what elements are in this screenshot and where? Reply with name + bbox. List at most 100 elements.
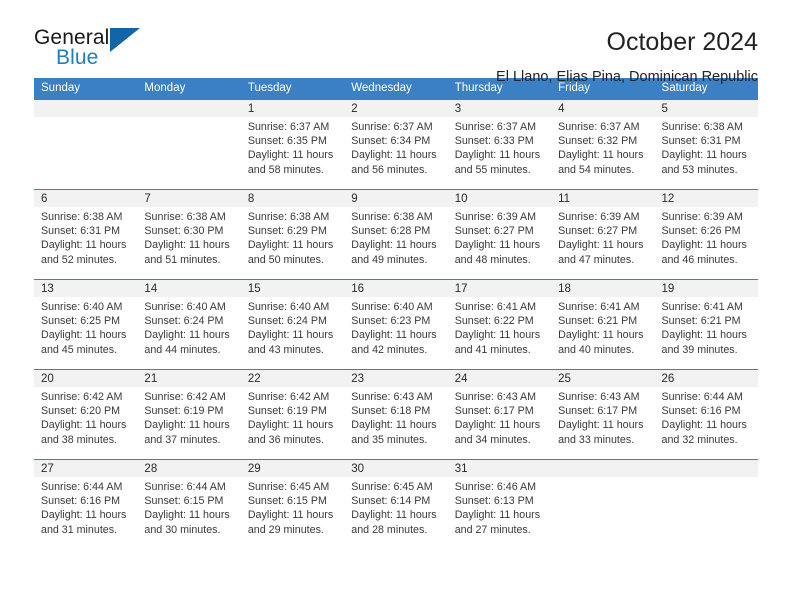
daylight-text-line1: Daylight: 11 hours — [351, 239, 437, 252]
calendar-day-cell[interactable]: 15 Sunrise: 6:40 AM Sunset: 6:24 PM Dayligh… — [240, 278, 345, 369]
calendar-day-cell[interactable]: 24 Sunrise: 6:43 AM Sunset: 6:17 PM Dayligh… — [447, 368, 552, 459]
sunrise-text: Sunrise: 6:39 AM — [558, 210, 640, 223]
day-details: Sunrise: 6:40 AM Sunset: 6:25 PM Daylight:… — [34, 297, 137, 358]
day-cell-inner: 14 Sunrise: 6:40 AM Sunset: 6:24 PM Dayligh… — [137, 279, 241, 369]
day-number — [137, 99, 241, 117]
calendar-day-cell[interactable]: 12 Sunrise: 6:39 AM Sunset: 6:26 PM Dayligh… — [654, 188, 758, 279]
calendar-day-cell[interactable]: 10 Sunrise: 6:39 AM Sunset: 6:27 PM Dayligh… — [447, 188, 552, 279]
daylight-text-line1: Daylight: 11 hours — [454, 419, 541, 432]
sunset-text: Sunset: 6:34 PM — [351, 134, 431, 147]
calendar-day-cell[interactable]: 25 Sunrise: 6:43 AM Sunset: 6:17 PM Dayligh… — [551, 368, 655, 459]
sunrise-text: Sunrise: 6:39 AM — [454, 210, 537, 223]
calendar-day-cell[interactable]: 28 Sunrise: 6:44 AM Sunset: 6:15 PM Dayligh… — [137, 458, 241, 549]
calendar-day-cell[interactable]: 27 Sunrise: 6:44 AM Sunset: 6:16 PM Dayligh… — [34, 458, 138, 549]
day-details: Sunrise: 6:38 AM Sunset: 6:29 PM Daylight:… — [241, 207, 344, 268]
day-cell-inner: 4 Sunrise: 6:37 AM Sunset: 6:32 PM Daylight… — [551, 99, 655, 189]
day-details: Sunrise: 6:42 AM Sunset: 6:19 PM Daylight:… — [137, 387, 240, 448]
day-number: 10 — [447, 189, 552, 207]
brand-logo[interactable]: General Blue — [34, 26, 154, 72]
calendar-day-cell[interactable]: 14 Sunrise: 6:40 AM Sunset: 6:24 PM Dayligh… — [137, 278, 241, 369]
daylight-text-line1: Daylight: 11 hours — [144, 329, 230, 342]
day-number: 21 — [137, 369, 241, 387]
day-cell-inner: 23 Sunrise: 6:43 AM Sunset: 6:18 PM Dayligh… — [344, 369, 448, 459]
day-number: 14 — [137, 279, 241, 297]
sunset-text: Sunset: 6:24 PM — [144, 314, 224, 327]
calendar-day-cell[interactable]: 21 Sunrise: 6:42 AM Sunset: 6:19 PM Dayligh… — [137, 368, 241, 459]
day-cell-inner: 17 Sunrise: 6:41 AM Sunset: 6:22 PM Dayligh… — [447, 279, 552, 369]
daylight-text-line2: and 46 minutes. — [661, 253, 738, 266]
day-number: 29 — [240, 459, 345, 477]
calendar-day-cell[interactable]: 7 Sunrise: 6:38 AM Sunset: 6:30 PM Daylight… — [137, 188, 241, 279]
sunset-text: Sunset: 6:16 PM — [41, 494, 121, 507]
day-number — [34, 99, 138, 117]
daylight-text-line2: and 43 minutes. — [247, 343, 324, 356]
sunset-text: Sunset: 6:32 PM — [558, 134, 638, 147]
sunset-text: Sunset: 6:23 PM — [351, 314, 431, 327]
day-details: Sunrise: 6:37 AM Sunset: 6:32 PM Daylight:… — [551, 117, 654, 178]
sunset-text: Sunset: 6:14 PM — [351, 494, 431, 507]
day-number: 24 — [447, 369, 552, 387]
daylight-text-line2: and 31 minutes. — [41, 523, 118, 536]
day-number: 12 — [654, 189, 758, 207]
calendar-day-cell[interactable]: 13 Sunrise: 6:40 AM Sunset: 6:25 PM Dayligh… — [34, 278, 138, 369]
daylight-text-line1: Daylight: 11 hours — [558, 329, 644, 342]
calendar-day-cell[interactable]: 17 Sunrise: 6:41 AM Sunset: 6:22 PM Dayligh… — [447, 278, 552, 369]
sunset-text: Sunset: 6:30 PM — [144, 224, 224, 237]
day-details: Sunrise: 6:41 AM Sunset: 6:21 PM Daylight:… — [551, 297, 654, 358]
daylight-text-line2: and 37 minutes. — [144, 433, 221, 446]
calendar-day-cell[interactable]: 11 Sunrise: 6:39 AM Sunset: 6:27 PM Dayligh… — [551, 188, 655, 279]
daylight-text-line2: and 27 minutes. — [454, 523, 531, 536]
calendar-day-cell[interactable]: 18 Sunrise: 6:41 AM Sunset: 6:21 PM Dayligh… — [551, 278, 655, 369]
calendar-day-cell[interactable]: 30 Sunrise: 6:45 AM Sunset: 6:14 PM Dayligh… — [344, 458, 448, 549]
day-number: 20 — [34, 369, 138, 387]
day-cell-inner: 10 Sunrise: 6:39 AM Sunset: 6:27 PM Dayligh… — [447, 189, 552, 279]
calendar-day-cell[interactable]: 22 Sunrise: 6:42 AM Sunset: 6:19 PM Dayligh… — [240, 368, 345, 459]
daylight-text-line2: and 48 minutes. — [454, 253, 531, 266]
daylight-text-line2: and 50 minutes. — [247, 253, 324, 266]
daylight-text-line2: and 40 minutes. — [558, 343, 635, 356]
sunrise-text: Sunrise: 6:37 AM — [247, 120, 330, 133]
weekday-header-tuesday: Tuesday — [240, 78, 345, 99]
daylight-text-line2: and 54 minutes. — [558, 163, 635, 176]
calendar-day-cell[interactable]: 16 Sunrise: 6:40 AM Sunset: 6:23 PM Dayligh… — [344, 278, 448, 369]
calendar-day-cell[interactable]: 1 Sunrise: 6:37 AM Sunset: 6:35 PM Daylight… — [240, 98, 345, 189]
day-details: Sunrise: 6:45 AM Sunset: 6:15 PM Daylight:… — [241, 477, 344, 538]
page-title: October 2024 — [606, 28, 759, 56]
sunrise-text: Sunrise: 6:41 AM — [661, 300, 743, 313]
sunset-text: Sunset: 6:15 PM — [144, 494, 224, 507]
calendar-day-cell[interactable]: 5 Sunrise: 6:38 AM Sunset: 6:31 PM Daylight… — [654, 98, 758, 189]
calendar-day-cell[interactable]: 3 Sunrise: 6:37 AM Sunset: 6:33 PM Daylight… — [447, 98, 552, 189]
daylight-text-line1: Daylight: 11 hours — [351, 329, 437, 342]
calendar-day-cell[interactable]: 9 Sunrise: 6:38 AM Sunset: 6:28 PM Daylight… — [344, 188, 448, 279]
calendar-day-cell[interactable]: 6 Sunrise: 6:38 AM Sunset: 6:31 PM Daylight… — [34, 188, 138, 279]
day-cell-inner — [34, 99, 138, 189]
calendar-day-cell[interactable]: 29 Sunrise: 6:45 AM Sunset: 6:15 PM Dayligh… — [240, 458, 345, 549]
day-number: 2 — [344, 99, 448, 117]
calendar-day-cell[interactable]: 4 Sunrise: 6:37 AM Sunset: 6:32 PM Daylight… — [551, 98, 655, 189]
day-details: Sunrise: 6:39 AM Sunset: 6:26 PM Daylight:… — [655, 207, 758, 268]
daylight-text-line1: Daylight: 11 hours — [558, 239, 644, 252]
daylight-text-line1: Daylight: 11 hours — [41, 419, 127, 432]
calendar-day-cell[interactable]: 20 Sunrise: 6:42 AM Sunset: 6:20 PM Dayligh… — [34, 368, 138, 459]
day-details: Sunrise: 6:44 AM Sunset: 6:16 PM Daylight:… — [655, 387, 758, 448]
day-cell-inner: 26 Sunrise: 6:44 AM Sunset: 6:16 PM Dayligh… — [654, 369, 758, 459]
day-number: 22 — [240, 369, 345, 387]
day-details: Sunrise: 6:38 AM Sunset: 6:30 PM Daylight:… — [137, 207, 240, 268]
day-number: 27 — [34, 459, 138, 477]
sunrise-text: Sunrise: 6:40 AM — [41, 300, 123, 313]
daylight-text-line1: Daylight: 11 hours — [41, 329, 127, 342]
calendar-day-cell[interactable]: 19 Sunrise: 6:41 AM Sunset: 6:21 PM Dayligh… — [654, 278, 758, 369]
calendar-day-cell[interactable]: 31 Sunrise: 6:46 AM Sunset: 6:13 PM Dayligh… — [447, 458, 552, 549]
daylight-text-line2: and 42 minutes. — [351, 343, 428, 356]
calendar-day-cell[interactable]: 8 Sunrise: 6:38 AM Sunset: 6:29 PM Daylight… — [240, 188, 345, 279]
day-number: 31 — [447, 459, 552, 477]
calendar-day-cell — [551, 458, 655, 549]
calendar-day-cell[interactable]: 2 Sunrise: 6:37 AM Sunset: 6:34 PM Daylight… — [344, 98, 448, 189]
sunrise-text: Sunrise: 6:37 AM — [351, 120, 433, 133]
sunrise-text: Sunrise: 6:40 AM — [351, 300, 433, 313]
calendar-day-cell[interactable]: 23 Sunrise: 6:43 AM Sunset: 6:18 PM Dayligh… — [344, 368, 448, 459]
day-cell-inner: 21 Sunrise: 6:42 AM Sunset: 6:19 PM Dayligh… — [137, 369, 241, 459]
day-details: Sunrise: 6:37 AM Sunset: 6:35 PM Daylight:… — [241, 117, 344, 178]
calendar-day-cell[interactable]: 26 Sunrise: 6:44 AM Sunset: 6:16 PM Dayligh… — [654, 368, 758, 459]
day-cell-inner: 19 Sunrise: 6:41 AM Sunset: 6:21 PM Dayligh… — [654, 279, 758, 369]
